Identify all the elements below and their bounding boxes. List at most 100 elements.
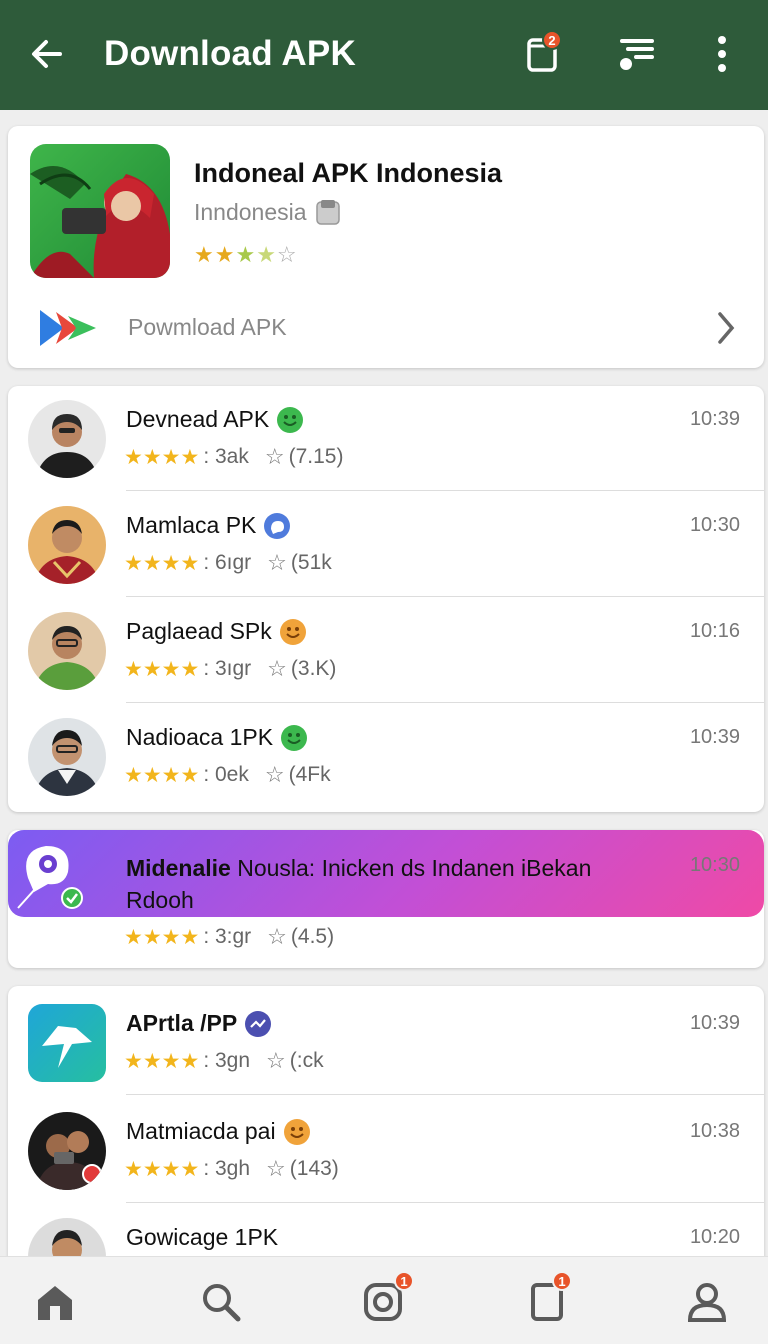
playlist-button[interactable]: [612, 30, 660, 78]
star-outline-icon: ☆: [264, 444, 285, 469]
timestamp: 10:39: [689, 726, 740, 748]
rating-stars: ★★★★: [124, 657, 200, 681]
review-count: (:ck: [289, 1049, 324, 1072]
list-item[interactable]: Devnead APK ★★★★ : 3ak ☆ (7.15) 10:39: [8, 386, 764, 491]
list-item-meta: ★★★★ : 3ak ☆ (7.15): [124, 444, 343, 470]
list-item[interactable]: APrtla /PP ★★★★ : 3gn ☆ (:ck 10:39: [8, 990, 764, 1095]
avatar: [28, 506, 106, 584]
featured-download-row[interactable]: Powmload APK: [38, 308, 738, 348]
list-item-meta: ★★★★ : 3ıgr ☆ (3.K): [124, 656, 336, 682]
timestamp: 10:20: [689, 1226, 740, 1248]
list-item-name: Nadioaca 1PK: [126, 724, 274, 750]
timestamp: 10:30: [689, 514, 740, 536]
cart-badge: 2: [542, 30, 562, 50]
nav-instagram[interactable]: 1: [358, 1271, 414, 1327]
page-title: Download APK: [104, 34, 356, 73]
list-item-name: Matmiacda pai: [126, 1118, 276, 1144]
list-item-name: APrtla /PP: [126, 1010, 238, 1036]
timestamp: 10:39: [689, 408, 740, 430]
nav-profile[interactable]: [682, 1277, 732, 1327]
list-item[interactable]: Mamlaca PK ★★★★ : 6ıgr ☆ (51k 10:30: [8, 492, 764, 597]
avatar: [28, 718, 106, 796]
chevron-right-icon: [718, 312, 735, 344]
list-item[interactable]: Nadioaca 1PK ★★★★ : 0ek ☆ (4Fk 10:39: [8, 704, 764, 809]
star-outline-icon: ☆: [266, 1048, 286, 1073]
rating-stars: ★★★★: [124, 925, 200, 949]
list-item-name: Mamlaca PK: [126, 512, 257, 538]
review-count: (143): [289, 1157, 339, 1180]
instagram-badge: 1: [394, 1271, 414, 1291]
rating-stars: ★★★★: [124, 1157, 200, 1181]
list-item-title: Gowicage 1PK: [126, 1224, 278, 1251]
playlist-icon: [620, 39, 654, 70]
timestamp: 10:30: [689, 854, 740, 876]
list-item[interactable]: Gowicage 1PK 10:20: [8, 1204, 764, 1258]
divider: [126, 1202, 764, 1203]
orange-smile-icon: [279, 618, 306, 645]
list-item[interactable]: Paglaead SPk ★★★★ : 3ıgr ☆ (3.K) 10:16: [8, 598, 764, 703]
more-vert-icon: [718, 36, 726, 72]
promo-meta-row: ★★★★ : 3:gr ☆ (4.5): [8, 866, 764, 949]
star-outline-icon: ☆: [267, 656, 287, 681]
avatar: [28, 1218, 106, 1258]
orange-smile-icon: [283, 1118, 310, 1145]
timestamp: 10:39: [689, 1012, 740, 1034]
profile-icon: [687, 1283, 727, 1322]
search-icon: [203, 1284, 241, 1322]
avatar: [28, 612, 106, 690]
promo-app-card[interactable]: Midenalie Nousla: Inicken ds Indanen iBe…: [8, 830, 764, 968]
review-count: (4.5): [290, 925, 335, 948]
avatar: [28, 1112, 106, 1190]
list-item-meta: ★★★★ : 3gn ☆ (:ck: [124, 1048, 324, 1074]
more-options-button[interactable]: [698, 30, 746, 78]
app-list-card-1: Devnead APK ★★★★ : 3ak ☆ (7.15) 10:39 Ma…: [8, 386, 764, 812]
star-outline-icon: ☆: [264, 762, 285, 787]
rating-stars: ★★★★: [124, 445, 200, 469]
download-label: Powmload APK: [128, 314, 287, 340]
review-count: (7.15): [288, 445, 344, 468]
featured-app-region: Inndonesia: [194, 198, 341, 226]
featured-app-name: Indoneal APK Indonesia: [194, 158, 503, 188]
list-item-title: Nadioaca 1PK: [126, 724, 308, 751]
featured-app-card[interactable]: Indoneal APK Indonesia Inndonesia ★★★★☆ …: [8, 126, 764, 368]
star-outline-icon: ☆: [266, 1156, 286, 1181]
avatar: [28, 400, 106, 478]
download-count: : 6ıgr: [203, 551, 252, 574]
timestamp: 10:16: [689, 620, 740, 642]
featured-app-subtitle: Inndonesia: [194, 198, 307, 225]
list-item-meta: ★★★★ : 0ek ☆ (4Fk: [124, 762, 331, 788]
download-count: : 3gh: [203, 1157, 251, 1180]
download-count: : 3ak: [203, 445, 249, 468]
back-arrow-icon[interactable]: [26, 33, 68, 75]
download-count: : 3ıgr: [203, 657, 252, 680]
trend-badge-icon: [245, 1010, 272, 1037]
app-bar: Download APK 2: [0, 0, 768, 110]
divider: [126, 596, 764, 597]
chat-bubble-icon: [264, 512, 291, 539]
cart-button[interactable]: 2: [518, 30, 566, 78]
home-icon: [38, 1286, 72, 1320]
nav-search[interactable]: [196, 1277, 246, 1327]
review-count: (51k: [290, 551, 332, 574]
divider: [126, 1094, 764, 1095]
download-count: : 3:gr: [203, 925, 252, 948]
list-item-name: Gowicage 1PK: [126, 1224, 279, 1250]
list-item-meta: ★★★★ : 6ıgr ☆ (51k: [124, 550, 332, 576]
rating-stars: ★★★★: [124, 551, 200, 575]
list-item-meta: ★★★★ : 3gh ☆ (143): [124, 1156, 339, 1182]
divider: [126, 490, 764, 491]
list-item-title: Devnead APK: [126, 406, 304, 433]
featured-app-icon: [30, 144, 170, 278]
star-outline-icon: ☆: [267, 924, 287, 949]
review-count: (3.K): [290, 657, 337, 680]
green-smile-icon: [277, 406, 304, 433]
list-item[interactable]: Matmiacda pai ★★★★ : 3gh ☆ (143) 10:38: [8, 1098, 764, 1203]
star-outline-icon: ☆: [267, 550, 287, 575]
download-count: : 0ek: [203, 763, 249, 786]
list-item-name: Paglaead SPk: [126, 618, 272, 644]
list-item-title: Mamlaca PK: [126, 512, 291, 539]
nav-home[interactable]: [30, 1277, 80, 1327]
nav-tablet[interactable]: 1: [522, 1271, 572, 1327]
app-icon: [28, 1004, 106, 1082]
list-item-title: Matmiacda pai: [126, 1118, 310, 1145]
